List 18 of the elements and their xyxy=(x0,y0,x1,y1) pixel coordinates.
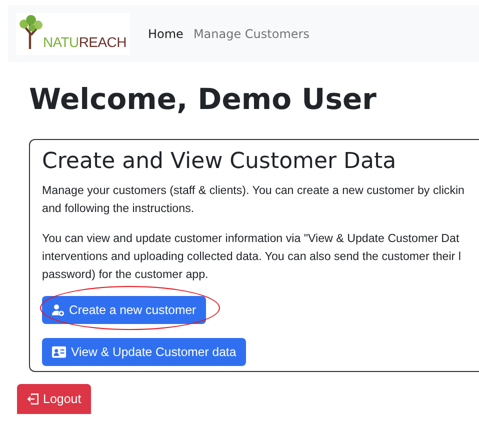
paragraph-line: You can view and update customer information via "View & Update Customer Dat xyxy=(42,231,460,247)
paragraph-line: interventions and uploading collected data. You can also send the customer their l xyxy=(42,249,462,265)
paragraph-line: Manage your customers (staff & clients). You can create a new customer by clickin xyxy=(42,183,466,199)
nav-link[interactable]: Home xyxy=(148,26,184,40)
paragraph-line: and following the instructions. xyxy=(42,201,196,217)
page-heading: Welcome, Demo User xyxy=(29,81,378,118)
tree-icon xyxy=(19,14,43,48)
create-button[interactable]: Create a new customer xyxy=(42,296,206,324)
id-card-icon xyxy=(52,346,66,358)
nav-link[interactable]: Manage Customers xyxy=(193,26,310,40)
person-add-icon xyxy=(52,304,64,316)
paragraph-line: password) for the customer app. xyxy=(42,267,210,283)
logo[interactable]: NATUREACH xyxy=(16,12,130,54)
view-update-button[interactable]: View & Update Customer data xyxy=(42,338,246,366)
card-title: Create and View Customer Data xyxy=(42,148,398,176)
logout-icon xyxy=(27,393,39,405)
logo-text: NATUREACH xyxy=(43,34,126,48)
logout-button[interactable]: Logout xyxy=(17,384,92,414)
